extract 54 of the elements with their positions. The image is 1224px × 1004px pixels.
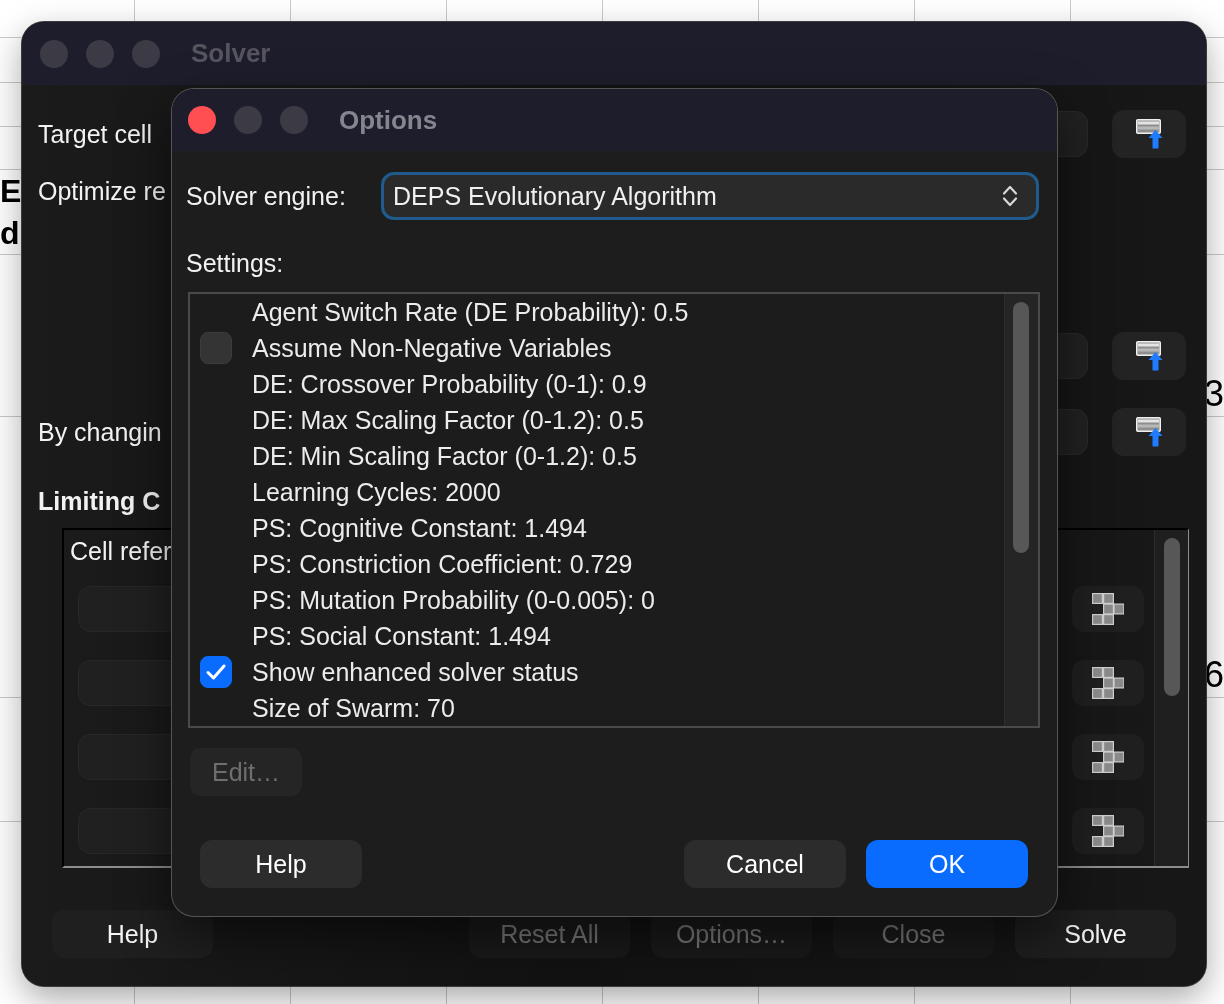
field-label: Solver engine:: [186, 181, 346, 211]
window-arrow-icon: [1135, 417, 1163, 447]
cell-select-button[interactable]: [1072, 734, 1144, 780]
setting-item[interactable]: Agent Switch Rate (DE Probability): 0.5: [252, 294, 689, 330]
sheet-cell-text: d: [0, 214, 20, 253]
scrollbar-thumb[interactable]: [1013, 302, 1029, 553]
engine-select[interactable]: DEPS Evolutionary Algorithm: [381, 172, 1039, 220]
setting-item[interactable]: PS: Constriction Coefficient: 0.729: [252, 546, 633, 582]
window-arrow-icon: [1135, 119, 1163, 149]
cell-select-button[interactable]: [1072, 660, 1144, 706]
cell-select-button[interactable]: [1072, 808, 1144, 854]
sheet-cell-text: E: [0, 172, 22, 211]
setting-item[interactable]: Assume Non-Negative Variables: [252, 330, 612, 366]
help-button[interactable]: Help: [200, 840, 362, 888]
checkbox[interactable]: [200, 332, 232, 364]
sheet-cell-number: 3: [1203, 374, 1224, 414]
section-heading: Limiting C: [38, 489, 161, 513]
window-minimize-button[interactable]: [86, 39, 114, 68]
setting-item[interactable]: PS: Social Constant: 1.494: [252, 618, 551, 654]
setting-item[interactable]: Size of Swarm: 70: [252, 690, 455, 726]
cell-blocks-icon: [1092, 667, 1124, 699]
cell-select-button[interactable]: [1072, 586, 1144, 632]
setting-item[interactable]: DE: Min Scaling Factor (0-1.2): 0.5: [252, 438, 637, 474]
scrollbar-thumb[interactable]: [1164, 538, 1180, 696]
shrink-button[interactable]: [1112, 110, 1186, 158]
dialog-button[interactable]: Solve: [1015, 910, 1176, 958]
cell-blocks-icon: [1092, 815, 1124, 847]
shrink-button[interactable]: [1112, 408, 1186, 456]
dialog-button[interactable]: Cancel: [684, 840, 846, 888]
checkbox[interactable]: [200, 656, 232, 688]
field-label: By changin: [38, 417, 162, 447]
cell-blocks-icon: [1092, 593, 1124, 625]
window-arrow-icon: [1135, 341, 1163, 371]
window-zoom-button[interactable]: [132, 39, 160, 68]
field-label: Optimize re: [38, 176, 166, 206]
setting-item[interactable]: Show enhanced solver status: [252, 654, 579, 690]
section-label: Settings:: [186, 250, 284, 276]
shrink-button[interactable]: [1112, 332, 1186, 380]
setting-item[interactable]: DE: Crossover Probability (0-1): 0.9: [252, 366, 647, 402]
window-title: Options: [339, 104, 438, 136]
help-button[interactable]: Help: [52, 910, 213, 958]
column-header: Cell refer: [70, 538, 172, 564]
field-label: Target cell: [38, 119, 152, 149]
window-minimize-button[interactable]: [234, 106, 262, 134]
window-zoom-button[interactable]: [280, 106, 308, 134]
window-close-button[interactable]: [188, 106, 216, 134]
setting-item[interactable]: Learning Cycles: 2000: [252, 474, 501, 510]
chevron-up-down-icon: [1002, 184, 1018, 208]
checkmark-icon: [206, 664, 226, 680]
dialog-button[interactable]: OK: [866, 840, 1028, 888]
cell-blocks-icon: [1092, 741, 1124, 773]
setting-item[interactable]: PS: Cognitive Constant: 1.494: [252, 510, 587, 546]
setting-item[interactable]: DE: Max Scaling Factor (0-1.2): 0.5: [252, 402, 644, 438]
setting-item[interactable]: PS: Mutation Probability (0-0.005): 0: [252, 582, 655, 618]
